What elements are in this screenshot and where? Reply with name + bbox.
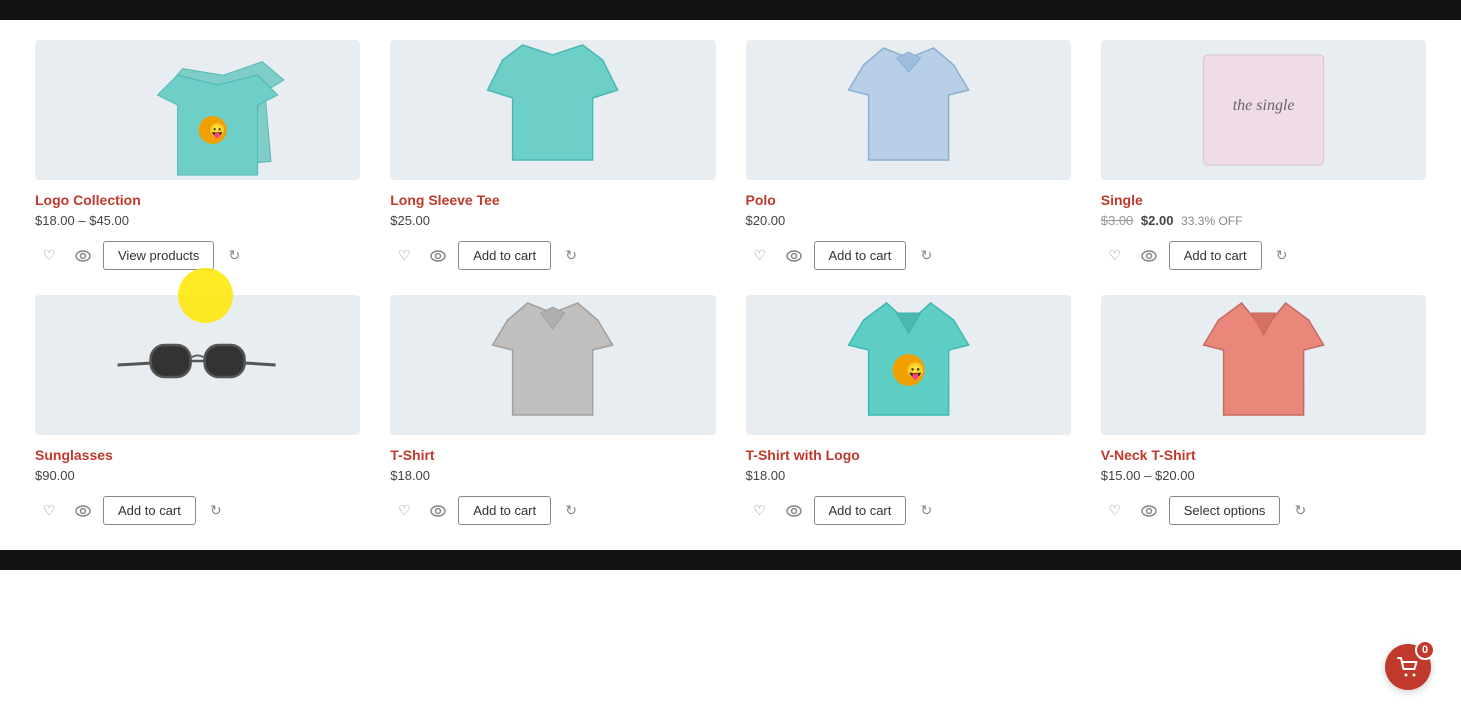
wishlist-btn-sunglasses[interactable]: ♡ — [35, 497, 63, 525]
svg-text:😛: 😛 — [209, 122, 226, 139]
product-grid: 😛 Logo Collection $18.00 – $45.00 ♡ View… — [0, 20, 1461, 550]
price-sale-single: $2.00 — [1141, 213, 1174, 228]
add-to-cart-btn-polo[interactable]: Add to cart — [814, 241, 907, 270]
compare-btn-vneck[interactable]: ↻ — [1286, 497, 1314, 525]
cart-fab[interactable]: 0 — [1385, 644, 1431, 690]
wishlist-btn-tshirt[interactable]: ♡ — [390, 497, 418, 525]
price-tshirt-logo: $18.00 — [746, 468, 1071, 486]
cart-count-badge: 0 — [1415, 640, 1435, 660]
action-row-tshirt: ♡ Add to cart ↻ — [390, 496, 715, 525]
quickview-btn-long-sleeve[interactable] — [424, 242, 452, 270]
product-card-long-sleeve-tee: Long Sleeve Tee $25.00 ♡ Add to cart ↻ — [375, 30, 730, 285]
page-wrapper: 😛 Logo Collection $18.00 – $45.00 ♡ View… — [0, 0, 1461, 570]
view-products-btn[interactable]: View products — [103, 241, 214, 270]
price-logo-collection: $18.00 – $45.00 — [35, 213, 360, 231]
quickview-btn-single[interactable] — [1135, 242, 1163, 270]
add-to-cart-btn-tshirt[interactable]: Add to cart — [458, 496, 551, 525]
price-long-sleeve: $25.00 — [390, 213, 715, 231]
price-discount-single: 33.3% OFF — [1181, 214, 1242, 228]
compare-btn-long-sleeve[interactable]: ↻ — [557, 242, 585, 270]
product-name-long-sleeve[interactable]: Long Sleeve Tee — [390, 192, 715, 208]
price-sunglasses: $90.00 — [35, 468, 360, 486]
product-image-polo — [746, 40, 1071, 180]
price-tshirt: $18.00 — [390, 468, 715, 486]
bottom-bar — [0, 550, 1461, 570]
wishlist-btn-single[interactable]: ♡ — [1101, 242, 1129, 270]
compare-btn-tshirt[interactable]: ↻ — [557, 497, 585, 525]
action-row-vneck: ♡ Select options ↻ — [1101, 496, 1426, 525]
product-name-tshirt-logo[interactable]: T-Shirt with Logo — [746, 447, 1071, 463]
compare-btn-logo-collection[interactable]: ↻ — [220, 242, 248, 270]
product-card-sunglasses: Sunglasses $90.00 ♡ Add to cart ↻ — [20, 285, 375, 540]
quickview-btn-logo-collection[interactable] — [69, 242, 97, 270]
product-card-vneck: V-Neck T-Shirt $15.00 – $20.00 ♡ Select … — [1086, 285, 1441, 540]
product-image-vneck — [1101, 295, 1426, 435]
add-to-cart-btn-sunglasses[interactable]: Add to cart — [103, 496, 196, 525]
top-bar — [0, 0, 1461, 20]
product-image-long-sleeve — [390, 40, 715, 180]
action-row-polo: ♡ Add to cart ↻ — [746, 241, 1071, 270]
action-row-tshirt-logo: ♡ Add to cart ↻ — [746, 496, 1071, 525]
add-to-cart-btn-tshirt-logo[interactable]: Add to cart — [814, 496, 907, 525]
svg-text:😛: 😛 — [905, 362, 925, 380]
product-card-single: the single Single $3.00 $2.00 33.3% OFF … — [1086, 30, 1441, 285]
compare-btn-polo[interactable]: ↻ — [912, 242, 940, 270]
action-row-logo-collection: ♡ View products ↻ — [35, 241, 360, 270]
wishlist-btn-vneck[interactable]: ♡ — [1101, 497, 1129, 525]
svg-text:the single: the single — [1232, 97, 1294, 114]
product-image-tshirt — [390, 295, 715, 435]
product-card-tshirt-logo: 😛 T-Shirt with Logo $18.00 ♡ Add to cart… — [731, 285, 1086, 540]
product-card-tshirt: T-Shirt $18.00 ♡ Add to cart ↻ — [375, 285, 730, 540]
product-name-sunglasses[interactable]: Sunglasses — [35, 447, 360, 463]
product-name-tshirt[interactable]: T-Shirt — [390, 447, 715, 463]
product-name-single[interactable]: Single — [1101, 192, 1426, 208]
price-polo: $20.00 — [746, 213, 1071, 231]
price-single: $3.00 $2.00 33.3% OFF — [1101, 213, 1426, 231]
compare-btn-single[interactable]: ↻ — [1268, 242, 1296, 270]
quickview-btn-vneck[interactable] — [1135, 497, 1163, 525]
quickview-btn-polo[interactable] — [780, 242, 808, 270]
action-row-long-sleeve: ♡ Add to cart ↻ — [390, 241, 715, 270]
add-to-cart-btn-long-sleeve[interactable]: Add to cart — [458, 241, 551, 270]
wishlist-btn-polo[interactable]: ♡ — [746, 242, 774, 270]
price-vneck: $15.00 – $20.00 — [1101, 468, 1426, 486]
select-options-btn-vneck[interactable]: Select options — [1169, 496, 1281, 525]
price-original-single: $3.00 — [1101, 213, 1134, 228]
quickview-btn-tshirt[interactable] — [424, 497, 452, 525]
compare-btn-sunglasses[interactable]: ↻ — [202, 497, 230, 525]
product-name-logo-collection[interactable]: Logo Collection — [35, 192, 360, 208]
add-to-cart-btn-single[interactable]: Add to cart — [1169, 241, 1262, 270]
product-card-polo: Polo $20.00 ♡ Add to cart ↻ — [731, 30, 1086, 285]
product-image-single: the single — [1101, 40, 1426, 180]
wishlist-btn-logo-collection[interactable]: ♡ — [35, 242, 63, 270]
product-image-logo-collection: 😛 — [35, 40, 360, 180]
action-row-single: ♡ Add to cart ↻ — [1101, 241, 1426, 270]
product-image-tshirt-logo: 😛 — [746, 295, 1071, 435]
product-image-sunglasses — [35, 295, 360, 435]
product-name-vneck[interactable]: V-Neck T-Shirt — [1101, 447, 1426, 463]
quickview-btn-tshirt-logo[interactable] — [780, 497, 808, 525]
compare-btn-tshirt-logo[interactable]: ↻ — [912, 497, 940, 525]
product-card-logo-collection: 😛 Logo Collection $18.00 – $45.00 ♡ View… — [20, 30, 375, 285]
product-name-polo[interactable]: Polo — [746, 192, 1071, 208]
wishlist-btn-long-sleeve[interactable]: ♡ — [390, 242, 418, 270]
action-row-sunglasses: ♡ Add to cart ↻ — [35, 496, 360, 525]
wishlist-btn-tshirt-logo[interactable]: ♡ — [746, 497, 774, 525]
quickview-btn-sunglasses[interactable] — [69, 497, 97, 525]
